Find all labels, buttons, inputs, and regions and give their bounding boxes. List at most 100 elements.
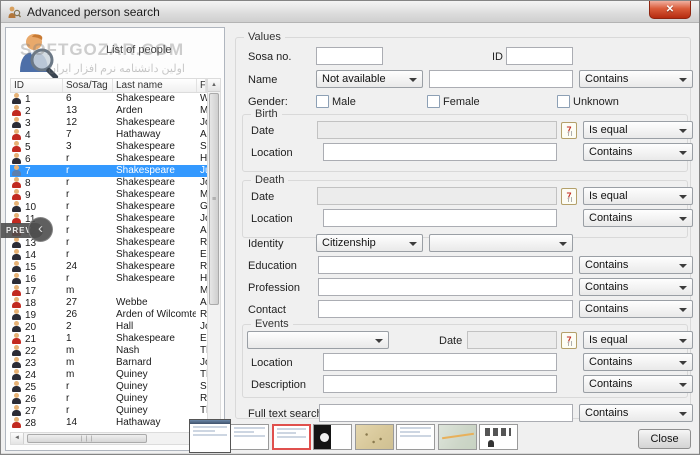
table-row[interactable]: 1524ShakespeareRic [10,261,207,273]
chevron-down-icon [679,383,687,387]
vertical-scrollbar[interactable]: ▲ ≡ ▼ [207,78,221,445]
birth-date-input[interactable] [317,121,557,139]
id-input[interactable] [506,47,573,65]
event-location-match-dropdown[interactable]: Contains [583,353,693,371]
column-header-lastname[interactable]: Last name [113,79,197,92]
name-type-dropdown[interactable]: Not available [316,70,423,88]
horizontal-scrollbar[interactable]: ◄ | | | [10,432,207,445]
male-checkbox[interactable] [316,95,329,108]
table-row[interactable]: 213ArdenMar [10,105,207,117]
thumbnail-icons-window[interactable] [479,424,518,450]
table-row[interactable]: 9rShakespeareMar [10,189,207,201]
thumbnail-form-window[interactable] [230,424,269,450]
table-row[interactable]: 211ShakespeareEliz [10,333,207,345]
profession-label: Profession [248,282,300,294]
event-calendar-button[interactable]: 7 [561,332,577,349]
table-row[interactable]: 22mNashTho [10,345,207,357]
table-row[interactable]: 24mQuineyTho [10,369,207,381]
person-icon [12,249,21,260]
thumbnail-old-map[interactable] [355,424,394,450]
person-icon [12,105,21,116]
contact-match-dropdown[interactable]: Contains [579,300,693,318]
death-calendar-button[interactable]: 7 [561,188,577,205]
table-row[interactable]: 6rShakespeareHar [10,153,207,165]
identity-type-dropdown[interactable]: Citizenship [316,234,423,252]
fulltext-input[interactable] [319,404,573,422]
table-row[interactable]: 10rShakespeareGilb [10,201,207,213]
fulltext-match-dropdown[interactable]: Contains [579,404,693,422]
column-header-firstname[interactable]: First [197,79,206,92]
column-header-sosa[interactable]: Sosa/Tag [63,79,113,92]
identity-value-dropdown[interactable] [429,234,573,252]
birth-location-label: Location [251,147,293,159]
death-location-input[interactable] [323,209,557,227]
person-icon [12,297,21,308]
table-row[interactable]: 16ShakespeareWill [10,93,207,105]
table-row[interactable]: 16rShakespeareHer [10,273,207,285]
window-close-button[interactable]: ✕ [649,1,691,19]
unknown-checkbox[interactable] [557,95,570,108]
birth-date-match-dropdown[interactable]: Is equal [583,121,693,139]
values-group-title: Values [244,31,285,43]
female-checkbox[interactable] [427,95,440,108]
fulltext-label: Full text search [248,408,323,420]
death-location-match-dropdown[interactable]: Contains [583,209,693,227]
vertical-scroll-thumb[interactable]: ≡ [209,93,219,305]
name-input[interactable] [429,70,573,88]
table-row[interactable]: 27rQuineyTho [10,405,207,417]
table-row[interactable]: 1827WebbeAgn [10,297,207,309]
contact-input[interactable] [318,300,573,318]
event-date-match-dropdown[interactable]: Is equal [583,331,693,349]
profession-input[interactable] [318,278,573,296]
close-button[interactable]: Close [638,429,691,449]
thumbnail-advanced-search[interactable] [272,424,311,450]
chevron-left-icon[interactable]: ‹ [28,217,53,242]
education-match-dropdown[interactable]: Contains [579,256,693,274]
person-icon [12,369,21,380]
thumbnail-dark-logo-window[interactable] [313,424,352,450]
thumbnail-table-window[interactable] [396,424,435,450]
person-icon [12,165,21,176]
education-input[interactable] [318,256,573,274]
table-row[interactable]: 2814Hathaway [10,417,207,429]
birth-location-match-dropdown[interactable]: Contains [583,143,693,161]
birth-calendar-button[interactable]: 7 [561,122,577,139]
event-type-dropdown[interactable] [247,331,389,349]
horizontal-scroll-thumb[interactable]: | | | [27,434,147,443]
table-row[interactable]: 23mBarnardJoh [10,357,207,369]
scroll-left-icon[interactable]: ◄ [11,433,24,444]
sosa-input[interactable] [316,47,383,65]
thumbnail-street-map[interactable] [438,424,477,450]
table-row[interactable]: 47HathawayAnn [10,129,207,141]
people-table-header[interactable]: ID Sosa/Tag Last name First [10,78,207,93]
table-row[interactable]: 26rQuineyRic [10,393,207,405]
female-checkbox-label: Female [443,96,480,108]
table-row[interactable]: 8rShakespeareJoa [10,177,207,189]
death-date-input[interactable] [317,187,557,205]
death-location-label: Location [251,213,293,225]
table-row[interactable]: 312ShakespeareJoh [10,117,207,129]
table-row[interactable]: 202HallJoh [10,321,207,333]
scroll-up-icon[interactable]: ▲ [208,79,220,92]
thumbnail-people-list-window[interactable] [189,419,231,453]
profession-match-dropdown[interactable]: Contains [579,278,693,296]
column-header-id[interactable]: ID [11,79,63,92]
table-row[interactable]: 17mMar [10,285,207,297]
person-icon [12,129,21,140]
event-location-input[interactable] [323,353,557,371]
birth-location-input[interactable] [323,143,557,161]
male-checkbox-label: Male [332,96,356,108]
chevron-down-icon [679,308,687,312]
person-icon [12,309,21,320]
event-description-input[interactable] [323,375,557,393]
event-description-match-dropdown[interactable]: Contains [583,375,693,393]
death-date-match-dropdown[interactable]: Is equal [583,187,693,205]
table-row[interactable]: 7rShakespeareJud [10,165,207,177]
table-row[interactable]: 53ShakespeareSus [10,141,207,153]
table-row[interactable]: 25rQuineySha [10,381,207,393]
name-match-dropdown[interactable]: Contains [579,70,693,88]
table-row[interactable]: 1926Arden of WilcomteRob [10,309,207,321]
title-bar[interactable]: Advanced person search ✕ [1,1,699,23]
event-date-input[interactable] [467,331,557,349]
table-row[interactable]: 14rShakespeareEdm [10,249,207,261]
